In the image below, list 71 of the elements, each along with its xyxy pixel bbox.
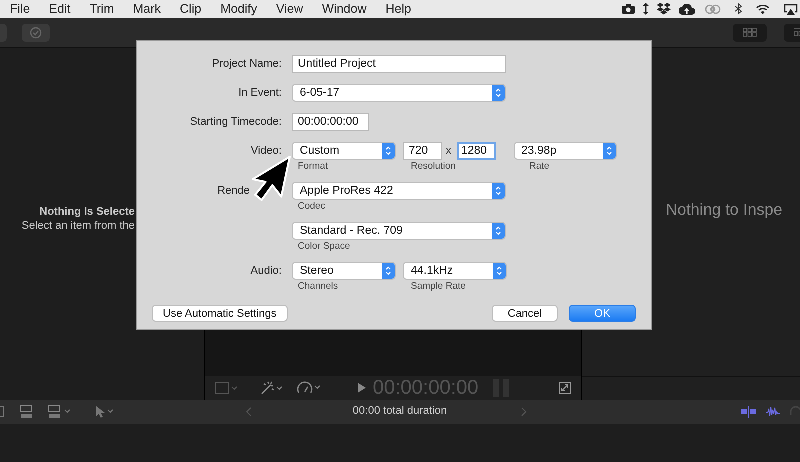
empty-hint: Select an item from the — [22, 220, 135, 232]
field-caption: Codec — [297, 200, 326, 214]
view-options-icon[interactable] — [215, 382, 239, 394]
field-caption: Resolution — [410, 160, 457, 174]
up-down-arrows-icon[interactable] — [643, 3, 649, 15]
field-label: Project Name: — [211, 57, 282, 72]
popup-button[interactable]: Standard - Rec. 709 — [292, 222, 506, 240]
menu-item[interactable]: File — [10, 2, 30, 16]
timecode-field[interactable]: 00:00:00:00 — [292, 113, 369, 131]
speedometer-icon[interactable] — [297, 381, 323, 395]
field-label: Starting Timecode: — [189, 115, 282, 130]
rings-icon[interactable] — [705, 4, 721, 14]
field-caption: Channels — [297, 280, 340, 294]
chevron-icon — [493, 263, 506, 279]
field-label: Video: — [250, 144, 282, 159]
append-clip-icon[interactable] — [20, 405, 34, 419]
menu-item[interactable]: Trim — [90, 2, 114, 16]
empty-message: Nothing to Inspe — [666, 202, 783, 220]
play-icon[interactable] — [357, 382, 367, 394]
field-label: Audio: — [250, 264, 282, 279]
bluetooth-icon[interactable] — [735, 3, 742, 15]
checkmark-button[interactable] — [22, 24, 50, 42]
text-field[interactable]: Untitled Project — [292, 55, 506, 73]
menu-item[interactable]: Clip — [180, 2, 202, 16]
chevron-icon — [602, 143, 616, 159]
dialog-button[interactable]: Cancel — [492, 305, 558, 322]
duration-label: 00:00 total duration — [352, 405, 448, 417]
clip-appearance-icon[interactable] — [741, 406, 756, 418]
field-label: Rende — [216, 184, 251, 199]
chevron-icon — [492, 223, 505, 239]
waveform-icon[interactable] — [766, 406, 780, 418]
empty-title: Nothing Is Selecte — [40, 206, 135, 218]
popup-button[interactable]: Custom — [292, 142, 396, 160]
chevron-right-icon[interactable] — [521, 407, 527, 417]
popup-button[interactable]: Apple ProRes 422 — [292, 182, 506, 200]
field-label: In Event: — [238, 86, 282, 101]
menu-item[interactable]: Edit — [49, 2, 71, 16]
wifi-icon[interactable] — [756, 4, 770, 14]
menu-item[interactable]: Mark — [133, 2, 162, 16]
chevron-left-icon[interactable] — [246, 407, 252, 417]
chevron-icon — [382, 143, 395, 159]
popup-button[interactable]: Stereo — [292, 262, 396, 280]
cloud-upload-icon[interactable] — [679, 4, 695, 14]
dialog-button[interactable]: Use Automatic Settings — [152, 305, 288, 322]
menu-item[interactable]: Window — [322, 2, 367, 16]
grid-view-button[interactable] — [733, 24, 767, 42]
number-field[interactable]: 1280 — [456, 142, 496, 160]
popup-button[interactable]: 44.1kHz — [403, 262, 507, 280]
number-field[interactable]: 720 — [403, 142, 442, 160]
chevron-icon — [382, 263, 395, 279]
field-caption: Color Space — [297, 240, 352, 254]
field-caption: Sample Rate — [410, 280, 467, 294]
check-circle-icon — [30, 26, 42, 38]
menu-item[interactable]: Help — [386, 2, 412, 16]
field-caption: Rate — [528, 160, 551, 174]
fullscreen-icon[interactable] — [559, 382, 571, 394]
airplay-icon[interactable] — [784, 4, 798, 14]
clip-icon[interactable] — [0, 406, 5, 418]
wand-icon[interactable] — [261, 381, 285, 395]
pointer-tool-icon[interactable] — [94, 405, 116, 419]
chevron-icon — [492, 183, 505, 199]
menu-item[interactable]: View — [276, 2, 304, 16]
chevron-icon — [492, 85, 505, 101]
grid-icon — [743, 28, 757, 37]
camera-icon[interactable] — [622, 4, 635, 14]
popup-button[interactable]: 23.98p — [514, 142, 616, 160]
popup-button[interactable]: 6-05-17 — [292, 84, 506, 102]
field-caption: Format — [297, 160, 330, 174]
menu-item[interactable]: Modify — [220, 2, 258, 16]
times-sign: x — [446, 144, 452, 159]
diamonds-icon[interactable] — [657, 3, 671, 15]
